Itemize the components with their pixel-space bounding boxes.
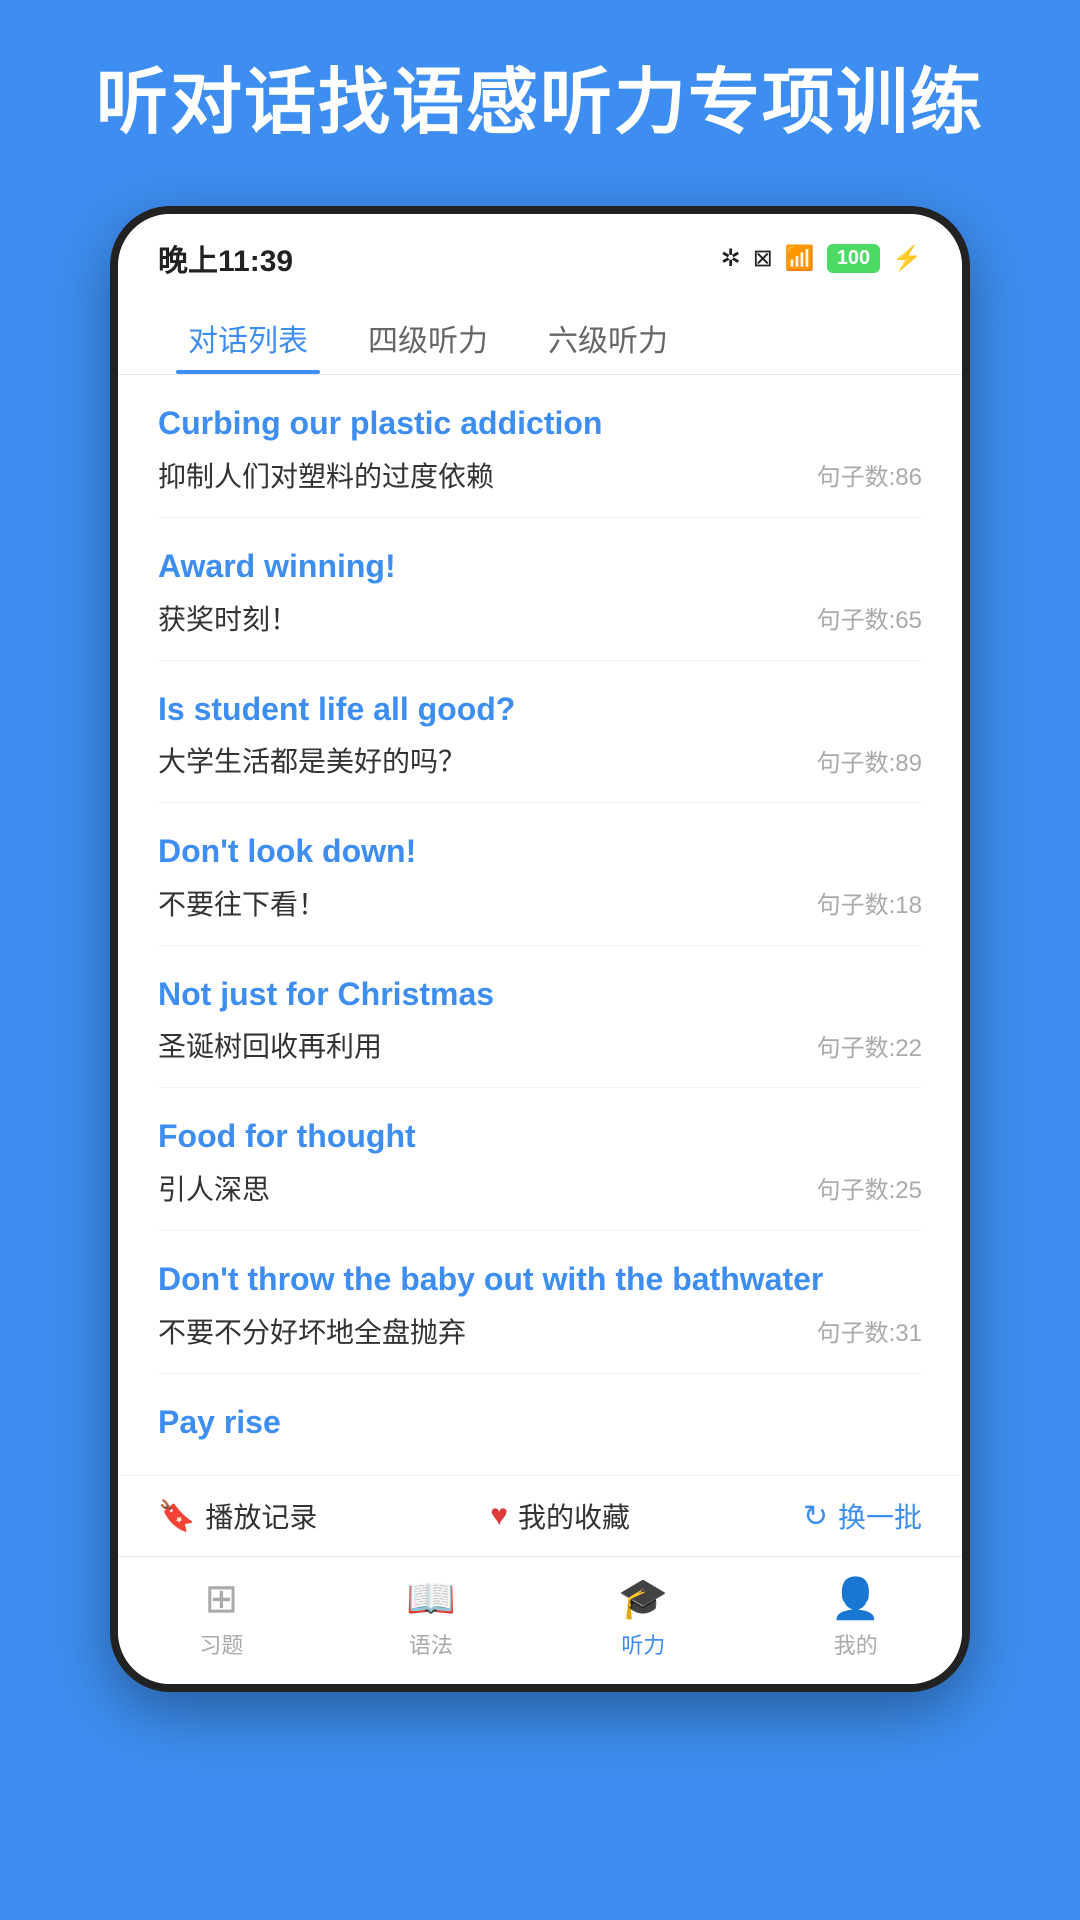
item-count: 句子数:18 <box>817 885 922 920</box>
item-title: Curbing our plastic addiction <box>158 403 922 445</box>
play-history-label: 播放记录 <box>205 1496 317 1536</box>
item-title: Don't throw the baby out with the bathwa… <box>158 1259 922 1301</box>
list-item[interactable]: Is student life all good? 大学生活都是美好的吗？ 句子… <box>158 661 922 804</box>
dialogue-list: Curbing our plastic addiction 抑制人们对塑料的过度… <box>118 375 962 1475</box>
item-title: Not just for Christmas <box>158 974 922 1016</box>
list-item[interactable]: Don't look down! 不要往下看！ 句子数:18 <box>158 803 922 946</box>
message-icon: ⊠ <box>753 244 773 273</box>
bottom-nav: ⊞ 习题 📖 语法 🎓 听力 👤 我的 <box>118 1556 962 1684</box>
item-subtitle: 引人深思 <box>158 1168 270 1208</box>
refresh-button[interactable]: ↻ 换一批 <box>803 1496 922 1536</box>
status-time: 晚上11:39 <box>158 236 293 280</box>
action-bar: 🔖 播放记录 ♥ 我的收藏 ↻ 换一批 <box>118 1475 962 1556</box>
item-title: Food for thought <box>158 1116 922 1158</box>
item-subtitle: 大学生活都是美好的吗？ <box>158 740 466 780</box>
book-icon: 📖 <box>406 1575 456 1622</box>
item-subtitle: 获奖时刻！ <box>158 598 298 638</box>
nav-listening[interactable]: 🎓 听力 <box>618 1575 668 1660</box>
item-count: 句子数:65 <box>817 600 922 635</box>
nav-exercises-label: 习题 <box>199 1628 243 1660</box>
battery-indicator: 100 <box>827 244 880 273</box>
graduation-icon: 🎓 <box>618 1575 668 1622</box>
item-title: Award winning! <box>158 546 922 588</box>
refresh-icon: ↻ <box>803 1499 828 1534</box>
nav-grammar-label: 语法 <box>409 1628 453 1660</box>
nav-mine-label: 我的 <box>834 1628 878 1660</box>
item-count: 句子数:31 <box>817 1313 922 1348</box>
favorites-label: 我的收藏 <box>518 1496 630 1536</box>
item-count: 句子数:86 <box>817 457 922 492</box>
item-subtitle: 不要不分好坏地全盘抛弃 <box>158 1311 466 1351</box>
item-subtitle: 抑制人们对塑料的过度依赖 <box>158 455 494 495</box>
nav-listening-label: 听力 <box>621 1628 665 1660</box>
list-item[interactable]: Food for thought 引人深思 句子数:25 <box>158 1088 922 1231</box>
status-icons: ✲ ⊠ 📶 100 ⚡ <box>721 244 922 273</box>
heart-icon: ♥ <box>490 1499 508 1533</box>
list-item[interactable]: Award winning! 获奖时刻！ 句子数:65 <box>158 518 922 661</box>
bluetooth-icon: ✲ <box>721 244 741 273</box>
wifi-icon: 📶 <box>785 244 815 273</box>
tab-dialogue[interactable]: 对话列表 <box>158 300 338 374</box>
tab-bar: 对话列表 四级听力 六级听力 <box>118 290 962 375</box>
list-item[interactable]: Not just for Christmas 圣诞树回收再利用 句子数:22 <box>158 946 922 1089</box>
app-headline: 听对话找语感听力专项训练 <box>36 60 1044 146</box>
item-title: Pay rise <box>158 1402 922 1444</box>
item-title: Don't look down! <box>158 831 922 873</box>
list-item[interactable]: Don't throw the baby out with the bathwa… <box>158 1231 922 1374</box>
tab-cet4[interactable]: 四级听力 <box>338 300 518 374</box>
person-icon: 👤 <box>831 1575 881 1622</box>
item-subtitle: 圣诞树回收再利用 <box>158 1025 382 1065</box>
play-history-button[interactable]: 🔖 播放记录 <box>158 1496 317 1536</box>
item-count: 句子数:89 <box>817 743 922 778</box>
status-bar: 晚上11:39 ✲ ⊠ 📶 100 ⚡ <box>118 214 962 290</box>
nav-grammar[interactable]: 📖 语法 <box>406 1575 456 1660</box>
favorites-button[interactable]: ♥ 我的收藏 <box>490 1496 630 1536</box>
charge-icon: ⚡ <box>892 244 922 273</box>
tab-cet6[interactable]: 六级听力 <box>518 300 698 374</box>
list-item[interactable]: Pay rise <box>158 1374 922 1476</box>
nav-mine[interactable]: 👤 我的 <box>831 1575 881 1660</box>
item-subtitle: 不要往下看！ <box>158 883 326 923</box>
item-count: 句子数:22 <box>817 1028 922 1063</box>
phone-frame: 晚上11:39 ✲ ⊠ 📶 100 ⚡ 对话列表 四级听力 六级听力 Curbi… <box>110 206 970 1692</box>
bookmark-icon: 🔖 <box>158 1499 195 1534</box>
refresh-label: 换一批 <box>838 1496 922 1536</box>
list-item[interactable]: Curbing our plastic addiction 抑制人们对塑料的过度… <box>158 375 922 518</box>
grid-icon: ⊞ <box>205 1576 239 1622</box>
item-title: Is student life all good? <box>158 689 922 731</box>
item-count: 句子数:25 <box>817 1170 922 1205</box>
nav-exercises[interactable]: ⊞ 习题 <box>199 1576 243 1660</box>
